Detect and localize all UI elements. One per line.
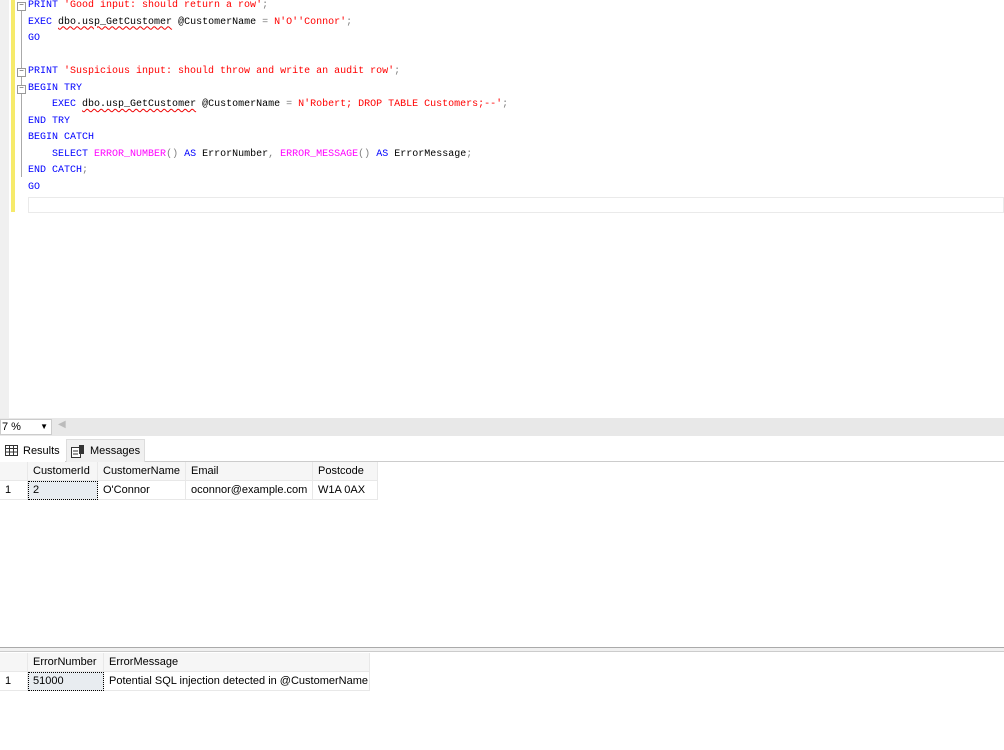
- code-token: dbo.usp_GetCustomer: [82, 99, 197, 110]
- table-row[interactable]: 1 51000 Potential SQL injection detected…: [0, 672, 370, 691]
- zoom-dropdown[interactable]: 7 % ▼: [0, 419, 52, 435]
- code-token: CATCH: [64, 132, 95, 143]
- code-token: @CustomerName: [196, 99, 287, 110]
- editor-gutter: [0, 0, 9, 418]
- row-header-corner[interactable]: [0, 653, 28, 672]
- code-token: AS: [376, 148, 389, 160]
- code-token: BEGIN: [28, 132, 59, 143]
- code-token: N'Robert; DROP TABLE Customers;--': [298, 99, 503, 110]
- column-header[interactable]: Email: [186, 462, 313, 481]
- code-token: END: [28, 165, 47, 176]
- code-token: ;: [262, 0, 269, 11]
- column-header[interactable]: Postcode: [313, 462, 378, 481]
- column-header[interactable]: CustomerName: [98, 462, 186, 481]
- code-token: GO: [28, 33, 41, 44]
- messages-icon: [71, 444, 84, 458]
- code-token: EXEC: [52, 99, 77, 110]
- code-token: ;: [346, 16, 353, 28]
- code-token: ERROR_MESSAGE: [280, 148, 359, 160]
- row-header-corner[interactable]: [0, 462, 28, 481]
- code-token: N'O''Connor': [274, 16, 347, 28]
- cell-customer-name[interactable]: O'Connor: [98, 481, 186, 500]
- row-number[interactable]: 1: [0, 672, 28, 691]
- scroll-left-icon[interactable]: ◀: [58, 419, 66, 430]
- chevron-down-icon: ▼: [40, 422, 48, 431]
- tab-results[interactable]: Results: [0, 439, 65, 462]
- code-token: TRY: [64, 82, 83, 94]
- code-token: ErrorNumber: [196, 148, 269, 160]
- code-token: (): [358, 148, 371, 160]
- code-token: BEGIN: [28, 82, 59, 94]
- code-token: PRINT: [28, 66, 59, 77]
- code-line[interactable]: − PRINT 'Good input: should return a row'…: [17, 0, 508, 15]
- row-number[interactable]: 1: [0, 481, 28, 500]
- code-token: AS: [184, 148, 197, 160]
- cell-postcode[interactable]: W1A 0AX: [313, 481, 378, 500]
- collapse-icon[interactable]: −: [17, 84, 26, 94]
- code-token: ;: [466, 148, 473, 160]
- tab-messages[interactable]: Messages: [66, 439, 146, 462]
- cell-customer-id[interactable]: 2: [28, 481, 98, 500]
- code-token: ;: [394, 66, 401, 77]
- collapse-icon[interactable]: −: [17, 68, 26, 77]
- code-token: TRY: [52, 115, 71, 127]
- code-line[interactable]: GO: [28, 180, 508, 197]
- query-editor[interactable]: − PRINT 'Good input: should return a row'…: [0, 0, 1004, 418]
- column-header[interactable]: ErrorMessage: [104, 653, 370, 672]
- cell-email[interactable]: oconnor@example.com: [186, 481, 313, 500]
- code-line[interactable]: BEGIN CATCH: [28, 130, 508, 147]
- code-line[interactable]: EXEC dbo.usp_GetCustomer @CustomerName =…: [28, 15, 508, 32]
- grid-header-row: ErrorNumber ErrorMessage: [0, 653, 370, 672]
- current-line-highlight: [28, 197, 1004, 213]
- tab-messages-label: Messages: [90, 445, 141, 457]
- code-token: ErrorMessage: [388, 148, 467, 160]
- code-token: ;: [82, 165, 89, 176]
- results-grid-customers[interactable]: CustomerId CustomerName Email Postcode 1…: [0, 462, 378, 500]
- zoom-value: 7 %: [2, 421, 21, 433]
- results-grid-errors[interactable]: ErrorNumber ErrorMessage 1 51000 Potenti…: [0, 653, 370, 691]
- code-line[interactable]: END TRY: [28, 114, 508, 131]
- code-token: (): [166, 148, 179, 160]
- column-header[interactable]: ErrorNumber: [28, 653, 104, 672]
- code-token: 'Suspicious input: should throw and writ…: [64, 66, 395, 77]
- grid-header-row: CustomerId CustomerName Email Postcode: [0, 462, 378, 481]
- results-splitter[interactable]: [0, 647, 1004, 652]
- results-tabs: Results Messages: [0, 436, 1004, 462]
- column-header[interactable]: CustomerId: [28, 462, 98, 481]
- table-row[interactable]: 1 2 O'Connor oconnor@example.com W1A 0AX: [0, 481, 378, 500]
- grid-icon: [5, 445, 18, 456]
- cell-error-message[interactable]: Potential SQL injection detected in @Cus…: [104, 672, 370, 691]
- code-token: CATCH: [52, 165, 83, 176]
- code-line[interactable]: GO: [28, 31, 508, 48]
- code-token: 'Good input: should return a row': [64, 0, 263, 11]
- collapse-icon[interactable]: −: [17, 2, 26, 11]
- code-token: @CustomerName: [172, 16, 263, 28]
- change-tracking-bar: [11, 0, 15, 212]
- code-token: GO: [28, 181, 41, 193]
- code-token: END: [28, 115, 47, 127]
- code-line[interactable]: EXEC dbo.usp_GetCustomer @CustomerName =…: [28, 97, 508, 114]
- tab-results-label: Results: [23, 444, 60, 457]
- code-token: ERROR_NUMBER: [94, 148, 167, 160]
- code-line[interactable]: − PRINT 'Suspicious input: should throw a…: [17, 64, 508, 81]
- code-line[interactable]: [28, 48, 508, 65]
- code-token: EXEC: [28, 16, 53, 28]
- code-area[interactable]: − PRINT 'Good input: should return a row'…: [17, 0, 508, 197]
- code-line[interactable]: − BEGIN TRY: [17, 81, 508, 98]
- code-line[interactable]: END CATCH;: [28, 163, 508, 180]
- editor-horizontal-scrollbar[interactable]: 7 % ▼ ◀: [0, 418, 1004, 436]
- code-line[interactable]: SELECT ERROR_NUMBER() AS ErrorNumber, ER…: [28, 147, 508, 164]
- code-token: ;: [502, 99, 509, 110]
- code-token: dbo.usp_GetCustomer: [58, 16, 173, 28]
- code-token: PRINT: [28, 0, 59, 11]
- code-token: SELECT: [52, 148, 89, 160]
- cell-error-number[interactable]: 51000: [28, 672, 104, 691]
